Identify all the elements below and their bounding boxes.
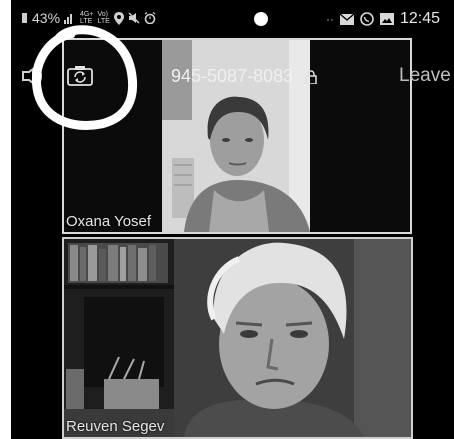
status-bar-left: 43% 4G+ LTE Vo) LTE <box>21 10 156 26</box>
participant-video <box>64 239 411 437</box>
meeting-top-bar: 945-5087-8083 Leave <box>11 58 454 98</box>
location-icon <box>113 11 124 25</box>
network-type: 4G+ LTE <box>80 11 93 25</box>
image-icon <box>379 13 394 25</box>
speaker-icon[interactable] <box>21 66 43 86</box>
battery-icon <box>22 13 27 23</box>
mail-icon <box>339 13 354 25</box>
network-top-label: 4G+ <box>80 11 94 18</box>
battery-percent: 43% <box>32 10 61 26</box>
volte-top-label: Vo) <box>97 11 108 18</box>
status-bar-right: ·· 12:45 <box>326 10 440 28</box>
whatsapp-icon <box>360 12 374 26</box>
camera-dot <box>254 12 268 26</box>
network-bottom-label: LTE <box>80 18 93 25</box>
leave-button[interactable]: Leave <box>399 65 451 87</box>
status-bar: 43% 4G+ LTE Vo) LTE ·· 12:45 <box>11 0 454 32</box>
lock-icon <box>305 70 317 84</box>
alarm-icon <box>144 12 156 24</box>
participant-name-2: Reuven Segev <box>66 418 165 435</box>
meeting-id[interactable]: 945-5087-8083 <box>171 66 293 87</box>
volte-indicator: Vo) LTE <box>97 11 109 25</box>
more-notifications: ·· <box>325 12 334 26</box>
signal-bars-icon <box>64 14 73 24</box>
participant-name-1: Oxana Yosef <box>66 213 152 230</box>
volte-bottom-label: LTE <box>97 18 110 25</box>
no-sound-icon <box>128 12 140 24</box>
switch-camera-icon[interactable] <box>67 64 93 86</box>
phone-screen: 43% 4G+ LTE Vo) LTE ·· 12:45 Oxana Yosef… <box>11 0 454 439</box>
clock: 12:45 <box>399 10 440 27</box>
video-tile-2[interactable]: Reuven Segev <box>62 237 413 439</box>
